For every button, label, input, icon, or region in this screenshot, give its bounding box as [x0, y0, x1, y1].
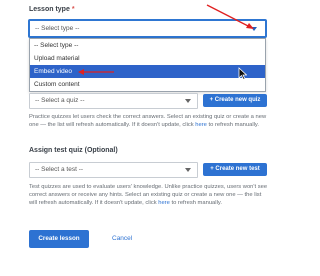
- arrow-head-embed-icon: [78, 69, 84, 75]
- arrow-to-caret: [206, 4, 253, 29]
- annotation-arrows: [78, 4, 254, 75]
